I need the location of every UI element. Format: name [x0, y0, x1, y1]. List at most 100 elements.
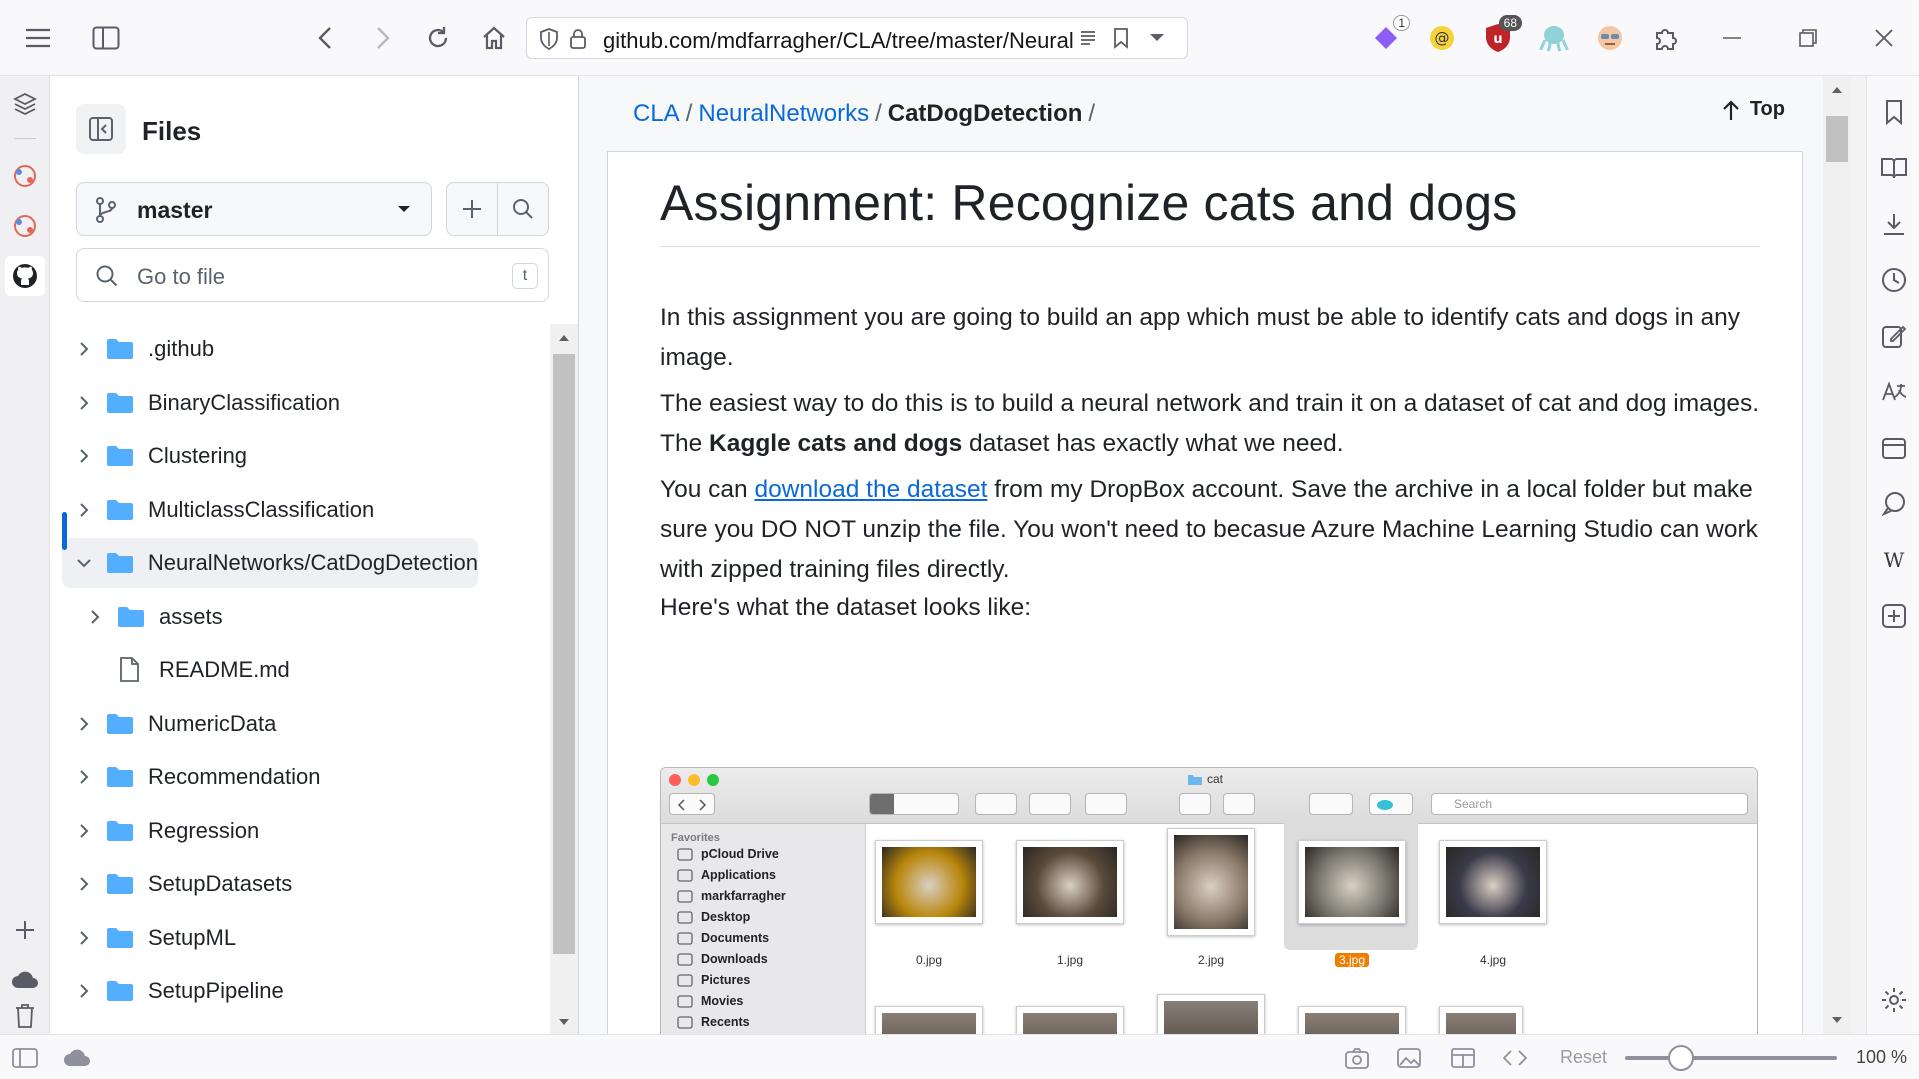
tree-folder-item[interactable]: SetupPipeline: [62, 966, 530, 1016]
settings-gear-icon[interactable]: [1874, 980, 1914, 1020]
go-to-file-input[interactable]: Go to file t: [76, 248, 549, 302]
chevron-right-icon[interactable]: [72, 819, 96, 843]
ublock-icon[interactable]: u 68: [1478, 15, 1522, 58]
tree-folder-item[interactable]: NumericData: [62, 699, 530, 749]
extension-at-icon[interactable]: @: [1422, 18, 1462, 58]
chevron-down-icon[interactable]: [1149, 33, 1165, 43]
tree-folder-item[interactable]: assets: [62, 1020, 530, 1035]
scrollbar-thumb[interactable]: [553, 354, 575, 954]
panel-toggle-icon[interactable]: [10, 1043, 40, 1073]
breadcrumb-root-link[interactable]: CLA: [633, 100, 680, 127]
tree-folder-item[interactable]: NeuralNetworks/CatDogDetection: [62, 538, 478, 588]
layers-icon[interactable]: [5, 84, 45, 124]
home-icon[interactable]: [474, 18, 514, 58]
tree-item-label: assets: [159, 603, 223, 629]
url-bar[interactable]: github.com/mdfarragher/CLA/tree/master/N…: [526, 17, 1188, 59]
tree-folder-item[interactable]: MulticlassClassification: [62, 485, 530, 535]
chevron-right-icon[interactable]: [72, 765, 96, 789]
dev-tools-icon[interactable]: [1500, 1043, 1530, 1073]
tree-item-label: NumericData: [148, 710, 277, 736]
chevron-right-icon[interactable]: [72, 872, 96, 896]
zoom-slider[interactable]: [1625, 1056, 1837, 1060]
trash-icon[interactable]: [5, 996, 45, 1036]
cloud-icon[interactable]: [5, 960, 45, 1000]
file-name-label: 1.jpg: [1056, 953, 1084, 967]
chevron-right-icon[interactable]: [72, 444, 96, 468]
panel-app-icon-2[interactable]: [5, 206, 45, 246]
tree-folder-item[interactable]: SetupDatasets: [62, 859, 530, 909]
tree-folder-item[interactable]: assets: [73, 592, 530, 642]
tree-folder-item[interactable]: Regression: [62, 806, 530, 856]
forward-icon[interactable]: [362, 18, 402, 58]
main-scrollbar[interactable]: [1823, 76, 1851, 1034]
tree-file-item[interactable]: README.md: [73, 645, 530, 695]
extensions-puzzle-icon[interactable]: [1646, 18, 1686, 58]
tree-item-label: README.md: [159, 657, 290, 682]
lock-icon[interactable]: [569, 28, 587, 50]
finder-toolbar: cat Search: [661, 768, 1757, 824]
add-panel-icon[interactable]: [5, 910, 45, 950]
tree-folder-item[interactable]: Clustering: [62, 431, 530, 481]
ublock-badge: 68: [1498, 15, 1522, 31]
zoom-slider-handle[interactable]: [1668, 1045, 1694, 1071]
finder-sidebar-item: Downloads: [677, 949, 768, 969]
collapse-panel-button[interactable]: [76, 104, 126, 154]
chevron-right-icon[interactable]: [72, 337, 96, 361]
wikipedia-icon[interactable]: W: [1874, 540, 1914, 580]
reading-list-icon[interactable]: [1874, 148, 1914, 188]
main-scrollbar-thumb[interactable]: [1826, 116, 1848, 162]
minimize-icon[interactable]: [1712, 18, 1752, 58]
shield-icon[interactable]: [539, 28, 559, 50]
chevron-right-icon[interactable]: [72, 712, 96, 736]
downloads-icon[interactable]: [1874, 204, 1914, 244]
search-files-button[interactable]: [497, 182, 549, 236]
panel-app-icon[interactable]: [5, 156, 45, 196]
bookmark-icon[interactable]: [1113, 27, 1129, 49]
right-sidebar-rail: W: [1866, 76, 1919, 1034]
history-icon[interactable]: [1874, 260, 1914, 300]
chevron-down-icon[interactable]: [72, 551, 96, 575]
breadcrumb-folder-link[interactable]: NeuralNetworks: [698, 100, 869, 127]
back-icon[interactable]: [306, 18, 346, 58]
file-icon: [117, 657, 147, 683]
notes-icon[interactable]: [1874, 316, 1914, 356]
page-tiling-icon[interactable]: [1448, 1043, 1478, 1073]
add-file-button[interactable]: [446, 182, 498, 236]
restore-icon[interactable]: [1788, 18, 1828, 58]
download-dataset-link[interactable]: download the dataset: [754, 476, 987, 503]
tree-folder-item[interactable]: BinaryClassification: [62, 378, 530, 428]
extension-purple-icon[interactable]: 1: [1366, 15, 1410, 58]
file-tree-scrollbar[interactable]: [550, 324, 578, 1034]
images-icon[interactable]: [1394, 1043, 1424, 1073]
extension-octopus-icon[interactable]: [1534, 18, 1574, 58]
tree-folder-item[interactable]: Recommendation: [62, 752, 530, 802]
chat-icon[interactable]: [1874, 484, 1914, 524]
dataset-screenshot: cat Search Favorites pCloud Drive Applic…: [660, 767, 1758, 1034]
extension-face-icon[interactable]: [1590, 18, 1630, 58]
finder-sidebar-item: pCloud Drive: [677, 844, 779, 864]
chevron-right-icon[interactable]: [72, 926, 96, 950]
capture-icon[interactable]: [1342, 1043, 1372, 1073]
sync-cloud-icon[interactable]: [62, 1043, 92, 1073]
zoom-reset-button[interactable]: Reset: [1560, 1047, 1607, 1068]
branch-selector[interactable]: master: [76, 182, 432, 236]
top-button[interactable]: Top: [1722, 98, 1785, 121]
finder-sidebar-item: Pictures: [677, 970, 750, 990]
chevron-right-icon[interactable]: [72, 979, 96, 1003]
chevron-right-icon[interactable]: [72, 498, 96, 522]
translate-icon[interactable]: [1874, 372, 1914, 412]
menu-icon[interactable]: [18, 18, 58, 58]
tree-folder-item[interactable]: SetupML: [62, 913, 530, 963]
reader-view-icon[interactable]: [1079, 29, 1097, 47]
chevron-right-icon[interactable]: [83, 605, 107, 629]
chevron-right-icon[interactable]: [72, 391, 96, 415]
calendar-icon[interactable]: [1874, 428, 1914, 468]
close-icon[interactable]: [1864, 18, 1904, 58]
bookmarks-icon[interactable]: [1874, 92, 1914, 132]
url-text[interactable]: github.com/mdfarragher/CLA/tree/master/N…: [603, 28, 1073, 54]
github-icon[interactable]: [5, 256, 45, 296]
sidebar-toggle-icon[interactable]: [86, 18, 126, 58]
add-web-panel-icon[interactable]: [1874, 596, 1914, 636]
tree-folder-item[interactable]: .github: [62, 324, 530, 374]
reload-icon[interactable]: [418, 18, 458, 58]
